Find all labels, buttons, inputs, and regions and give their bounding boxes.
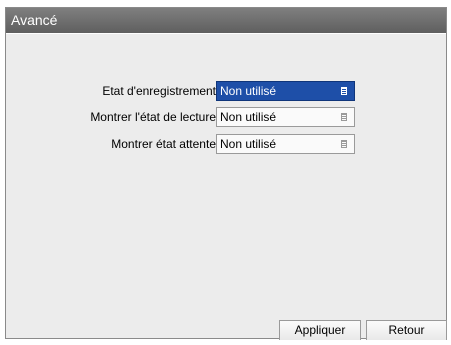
playback-state-value: Non utilisé <box>220 110 277 124</box>
setting-label-standby-state: Montrer état attente <box>111 137 216 151</box>
title-separator <box>6 33 446 34</box>
standby-state-value: Non utilisé <box>220 137 277 151</box>
setting-label-recording-state: Etat d'enregistrement <box>102 84 216 98</box>
apply-button[interactable]: Appliquer <box>279 320 361 340</box>
back-button[interactable]: Retour <box>366 320 447 340</box>
advanced-settings-window: Avancé Etat d'enregistrement Non utilisé… <box>5 7 447 340</box>
standby-state-select[interactable]: Non utilisé <box>216 134 355 154</box>
setting-row-recording-state: Etat d'enregistrement Non utilisé <box>6 80 366 102</box>
setting-label-playback-state: Montrer l'état de lecture <box>90 110 216 124</box>
recording-state-value: Non utilisé <box>220 84 277 98</box>
setting-row-playback-state: Montrer l'état de lecture Non utilisé <box>6 106 366 128</box>
list-icon <box>341 113 347 121</box>
recording-state-select[interactable]: Non utilisé <box>216 81 355 101</box>
playback-state-select[interactable]: Non utilisé <box>216 107 355 127</box>
list-icon <box>341 140 347 148</box>
window-title: Avancé <box>6 8 446 33</box>
list-icon <box>341 87 347 95</box>
setting-row-standby-state: Montrer état attente Non utilisé <box>6 133 366 155</box>
